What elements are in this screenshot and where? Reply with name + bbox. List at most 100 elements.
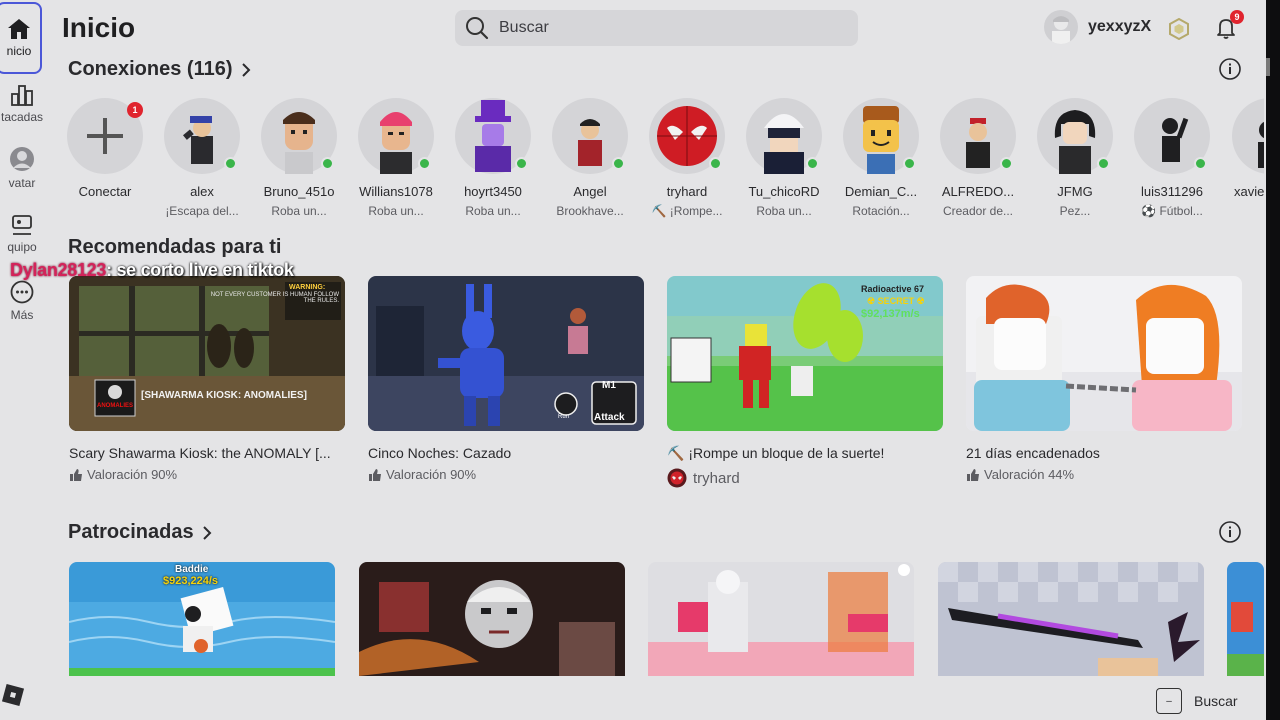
user-profile[interactable]: yexxyzX [1044, 10, 1151, 44]
thumb-radio-text: Radioactive 67 [861, 284, 925, 294]
chat-username: Dylan28123 [10, 260, 107, 280]
connection-item[interactable]: tryhard ⛏️ ¡Rompe... [642, 98, 732, 218]
avatar-image [1258, 121, 1264, 168]
game-title: 21 días encadenados [966, 445, 1100, 461]
sponsored-card[interactable] [359, 562, 625, 676]
thumb-key-text: M1 [602, 380, 616, 391]
avatar-icon [10, 147, 34, 171]
connection-status: Brookhave... [556, 204, 624, 218]
sponsored-card[interactable]: Baddie $923,224/s [69, 562, 335, 676]
scrollbar[interactable] [1266, 0, 1280, 720]
thumb-rate-text: $92,137m/s [861, 308, 920, 320]
game-meta: Valoración 90% [69, 467, 345, 482]
game-thumbnail-art [966, 276, 1242, 431]
recommended-title: Recomendadas para ti [68, 236, 282, 258]
game-thumbnail[interactable]: Radioactive 67 ☢ SECRET ☢ $92,137m/s [667, 276, 943, 431]
game-meta: Valoración 44% [966, 467, 1242, 482]
nav-item-label: tacadas [0, 110, 44, 124]
sponsored-card[interactable] [1227, 562, 1264, 676]
game-thumbnail-art [368, 276, 644, 431]
friend-avatar [940, 98, 1016, 174]
connection-name: xavie [1234, 184, 1264, 199]
connect-circle: 1 [67, 98, 143, 174]
connect-label: Conectar [78, 184, 132, 199]
recommended-header: Recomendadas para ti [68, 236, 281, 259]
game-card[interactable]: M1 Attack Run Cinco Noches: Cazado Valor… [368, 276, 644, 482]
game-rating: Valoración 44% [984, 467, 1075, 482]
scrollbar-thumb[interactable] [1266, 58, 1270, 76]
left-navigation: nicio tacadas vatar quipo Más [0, 0, 44, 720]
connection-name: tryhard [666, 184, 708, 199]
online-indicator [806, 157, 819, 170]
robux-button[interactable] [1168, 17, 1190, 45]
game-title: ⛏️ ¡Rompe un bloque de la suerte! [667, 445, 885, 461]
roblox-logo-icon [1, 683, 25, 707]
connection-name: alex [190, 184, 214, 199]
thumb-sign-text: ANOMALIES [97, 403, 133, 409]
game-title: Scary Shawarma Kiosk: the ANOMALY [... [69, 445, 331, 461]
nav-item-label: nicio [6, 44, 32, 58]
connection-item[interactable]: JFMG Pez... [1030, 98, 1120, 218]
thumbs-up-icon [70, 468, 82, 481]
connection-item[interactable]: Demian_C... Rotación... [836, 98, 926, 218]
nav-item-equipo[interactable]: quipo [0, 214, 44, 254]
user-avatar[interactable] [1044, 10, 1078, 44]
friend-avatar [649, 98, 725, 174]
bottom-search-button[interactable]: – Buscar [1156, 688, 1238, 714]
connection-status: ⛏️ ¡Rompe... [651, 204, 723, 218]
sponsored-info-button[interactable] [1219, 521, 1241, 548]
game-thumbnail[interactable] [966, 276, 1242, 431]
nav-item-label: quipo [7, 240, 37, 254]
sponsored-card[interactable] [938, 562, 1204, 676]
thumbs-up-icon [967, 468, 979, 481]
connection-item[interactable]: Tu_chicoRD Roba un... [739, 98, 829, 218]
stream-chat-overlay: Dylan28123: se corto live en tiktok [10, 260, 294, 281]
game-rating: Valoración 90% [87, 467, 178, 482]
game-thumbnail[interactable]: WARNING: NOT EVERY CUSTOMER IS HUMAN FOL… [69, 276, 345, 431]
connection-status: Roba un... [271, 204, 327, 218]
search-input[interactable] [499, 19, 839, 37]
game-card[interactable]: WARNING: NOT EVERY CUSTOMER IS HUMAN FOL… [69, 276, 345, 482]
connections-info-button[interactable] [1219, 58, 1241, 85]
connection-item[interactable]: Bruno_451o Roba un... [254, 98, 344, 218]
connection-name: luis311296 [1141, 184, 1203, 199]
connection-item[interactable]: xavie [1224, 98, 1264, 199]
roblox-logo[interactable] [1, 683, 25, 711]
game-meta: tryhard [667, 468, 943, 488]
connection-item[interactable]: luis311296 ⚽ Fútbol... [1127, 98, 1217, 218]
page-title: Inicio [62, 12, 136, 43]
game-thumbnail[interactable]: M1 Attack Run [368, 276, 644, 431]
nav-item-home[interactable]: nicio [0, 2, 42, 74]
connection-item[interactable]: ALFREDO... Creador de... [933, 98, 1023, 218]
nav-item-avatar[interactable]: vatar [0, 146, 44, 190]
online-indicator [903, 157, 916, 170]
thumb-note-text: NOT EVERY CUSTOMER IS HUMAN FOLLOW THE R… [210, 292, 339, 304]
connection-item[interactable]: alex ¡Escapa del... [157, 98, 247, 218]
game-card[interactable]: 21 días encadenados Valoración 44% [966, 276, 1242, 482]
game-card[interactable]: Radioactive 67 ☢ SECRET ☢ $92,137m/s ⛏️ … [667, 276, 943, 488]
connection-item[interactable]: Angel Brookhave... [545, 98, 635, 218]
connection-status: ¡Escapa del... [165, 204, 239, 218]
search-bar[interactable] [455, 10, 858, 46]
thumb-warning-text: WARNING: [289, 284, 326, 291]
connect-button[interactable]: 1 Conectar [60, 98, 150, 199]
connection-name: Demian_C... [844, 184, 918, 199]
friend-avatar [1232, 98, 1264, 174]
nav-item-more[interactable]: Más [0, 280, 44, 322]
thumb-secret-text: ☢ SECRET ☢ [867, 296, 925, 306]
sponsored-card[interactable] [648, 562, 914, 676]
online-indicator [418, 157, 431, 170]
connection-item[interactable]: hoyrt3450 Roba un... [448, 98, 538, 218]
notifications-button[interactable]: 9 [1214, 10, 1244, 45]
connection-item[interactable]: Willians1078 Roba un... [351, 98, 441, 218]
friend-avatar [358, 98, 434, 174]
connections-header[interactable]: Conexiones (116) [68, 58, 251, 81]
online-indicator [612, 157, 625, 170]
nav-item-destacadas[interactable]: tacadas [0, 84, 44, 124]
info-icon [1219, 521, 1241, 543]
online-indicator [709, 157, 722, 170]
sponsored-rate: $923,224/s [163, 575, 219, 587]
sponsored-header[interactable]: Patrocinadas [68, 521, 212, 544]
bottom-search-label: Buscar [1194, 693, 1238, 709]
connection-status: Roba un... [465, 204, 521, 218]
